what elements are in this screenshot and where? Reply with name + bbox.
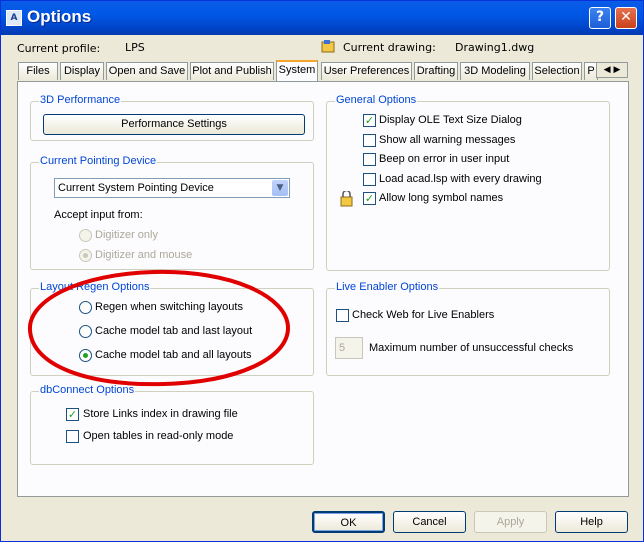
tab-3d-modeling[interactable]: 3D Modeling — [460, 62, 530, 80]
max-checks-value: 5 — [339, 342, 346, 354]
chevron-down-icon[interactable]: ▼ — [272, 180, 288, 196]
tab-drafting[interactable]: Drafting — [414, 62, 458, 80]
current-profile-value: LPS — [125, 41, 145, 54]
store-links-label: Store Links index in drawing file — [83, 408, 238, 420]
chevron-right-icon[interactable]: ▶ — [613, 65, 620, 75]
options-dialog: A Options ? ✕ Current profile: LPS Curre… — [0, 0, 644, 542]
tab-scroll-arrows[interactable]: ◀ ▶ — [596, 62, 628, 78]
autocad-icon: A — [6, 10, 22, 26]
long-symbol-names-checkbox[interactable]: ✓ — [363, 192, 376, 205]
long-symbol-names-label: Allow long symbol names — [379, 192, 504, 204]
digitizer-only-label: Digitizer only — [95, 229, 158, 241]
tab-selection[interactable]: Selection — [532, 62, 582, 80]
max-checks-input[interactable]: 5 — [335, 337, 363, 359]
digitizer-and-mouse-label: Digitizer and mouse — [95, 249, 193, 261]
current-profile-label: Current profile: — [17, 42, 101, 55]
pointing-device-value: Current System Pointing Device — [58, 182, 214, 194]
help-button[interactable]: Help — [555, 511, 628, 533]
performance-settings-button[interactable]: Performance Settings — [43, 114, 305, 135]
general-options-title: General Options — [335, 94, 418, 106]
current-drawing-label: Current drawing: — [343, 41, 436, 54]
open-tables-readonly-checkbox[interactable] — [66, 430, 79, 443]
tab-user-preferences[interactable]: User Preferences — [321, 62, 412, 80]
drawing-icon — [321, 39, 336, 54]
general-options-group: General Options ✓ Display OLE Text Size … — [326, 94, 610, 271]
system-tab-panel: 3D Performance Performance Settings Curr… — [17, 81, 629, 497]
help-title-button[interactable]: ? — [589, 7, 611, 29]
title-bar[interactable]: A Options ? ✕ — [1, 1, 643, 35]
chevron-left-icon[interactable]: ◀ — [604, 65, 611, 75]
red-annotation-ellipse — [27, 269, 291, 387]
check-web-label: Check Web for Live Enablers — [352, 309, 495, 321]
live-enabler-title: Live Enabler Options — [335, 281, 440, 293]
pointing-device-select[interactable]: Current System Pointing Device ▼ — [54, 178, 290, 198]
ole-text-size-checkbox[interactable]: ✓ — [363, 114, 376, 127]
3d-performance-group: 3D Performance Performance Settings — [30, 94, 314, 141]
close-button[interactable]: ✕ — [615, 7, 637, 29]
cancel-button[interactable]: Cancel — [393, 511, 466, 533]
beep-on-error-checkbox[interactable] — [363, 153, 376, 166]
load-acad-lsp-label: Load acad.lsp with every drawing — [379, 173, 542, 185]
ok-button[interactable]: OK — [312, 511, 385, 533]
3d-performance-title: 3D Performance — [39, 94, 122, 106]
tab-display[interactable]: Display — [60, 62, 104, 80]
load-acad-lsp-checkbox[interactable] — [363, 173, 376, 186]
tab-open-and-save[interactable]: Open and Save — [106, 62, 188, 80]
store-links-checkbox[interactable]: ✓ — [66, 408, 79, 421]
dbconnect-group: dbConnect Options ✓ Store Links index in… — [30, 384, 314, 465]
live-enabler-group: Live Enabler Options Check Web for Live … — [326, 281, 610, 376]
check-web-checkbox[interactable] — [336, 309, 349, 322]
pointing-device-group: Current Pointing Device Current System P… — [30, 155, 314, 270]
tab-files[interactable]: Files — [18, 62, 58, 80]
digitizer-only-radio[interactable] — [79, 229, 92, 242]
apply-button[interactable]: Apply — [474, 511, 547, 533]
max-checks-label: Maximum number of unsuccessful checks — [369, 342, 574, 354]
pointing-device-title: Current Pointing Device — [39, 155, 158, 167]
ole-text-size-label: Display OLE Text Size Dialog — [379, 114, 522, 126]
tab-system[interactable]: System — [276, 60, 318, 81]
accept-input-label: Accept input from: — [54, 209, 143, 221]
dialog-title: Options — [27, 7, 92, 26]
open-tables-readonly-label: Open tables in read-only mode — [83, 430, 234, 442]
lock-warning-icon — [339, 189, 355, 207]
tab-plot-and-publish[interactable]: Plot and Publish — [190, 62, 274, 80]
show-warnings-checkbox[interactable] — [363, 134, 376, 147]
show-warnings-label: Show all warning messages — [379, 134, 516, 146]
beep-on-error-label: Beep on error in user input — [379, 153, 510, 165]
current-drawing-value: Drawing1.dwg — [455, 41, 535, 54]
digitizer-and-mouse-radio[interactable] — [79, 249, 92, 262]
